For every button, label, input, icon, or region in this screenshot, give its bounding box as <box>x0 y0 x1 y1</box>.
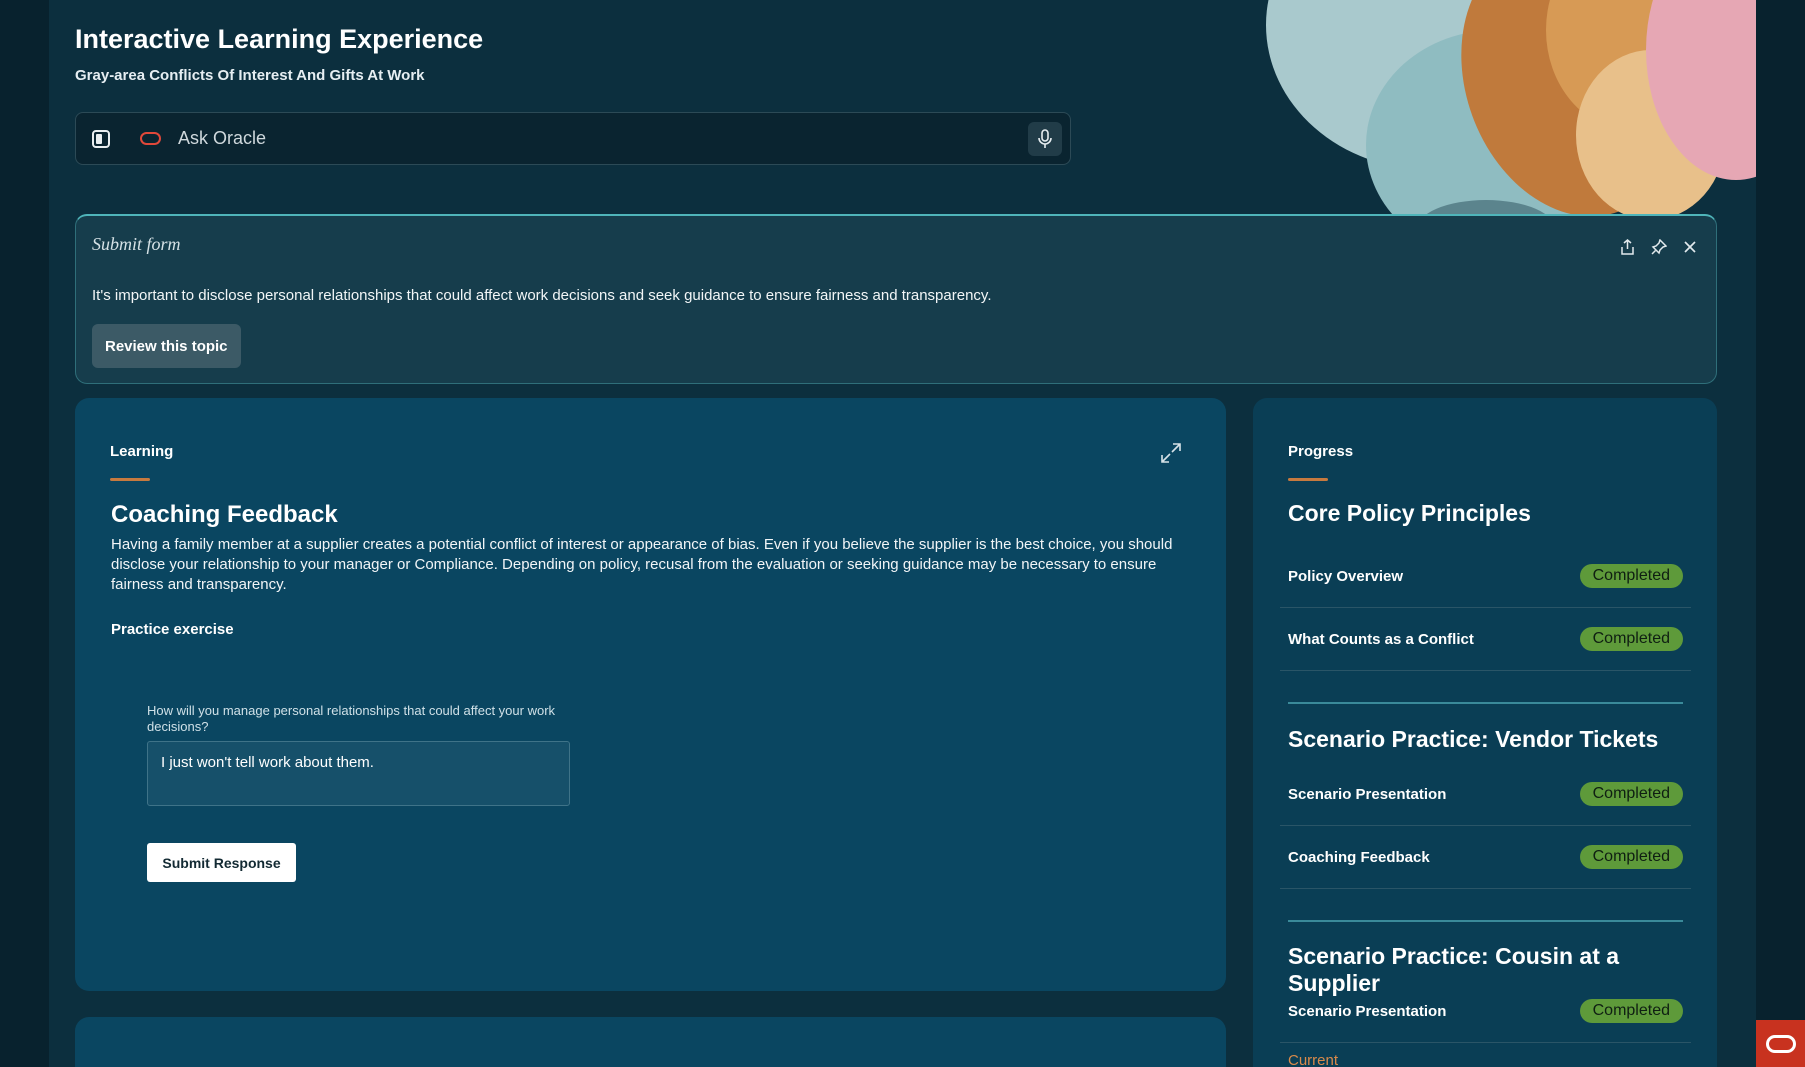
status-badge: Completed <box>1579 999 1683 1023</box>
section-underline <box>110 478 150 481</box>
progress-item-label: What Counts as a Conflict <box>1288 630 1474 648</box>
page-title: Interactive Learning Experience <box>75 24 484 54</box>
pin-icon <box>1650 238 1667 255</box>
ask-oracle-input[interactable] <box>178 128 1028 149</box>
submit-form-card: Submit form It's important to disclose p… <box>75 214 1717 384</box>
progress-group-title: Core Policy Principles <box>1288 500 1531 526</box>
progress-item[interactable]: Scenario Presentation Completed <box>1280 763 1691 826</box>
group-divider <box>1288 920 1683 922</box>
ask-oracle-bar <box>75 112 1071 165</box>
oracle-logo-icon <box>140 132 161 145</box>
learning-title: Coaching Feedback <box>111 501 338 528</box>
next-card <box>75 1017 1226 1067</box>
learning-card: Learning Coaching Feedback Having a fami… <box>75 398 1226 991</box>
submit-form-text: It's important to disclose personal rela… <box>92 287 992 304</box>
submit-form-title: Submit form <box>92 234 181 254</box>
microphone-button[interactable] <box>1028 121 1062 156</box>
submit-response-button[interactable]: Submit Response <box>147 843 296 882</box>
group-divider <box>1288 702 1683 704</box>
status-badge: Completed <box>1579 564 1683 588</box>
practice-exercise-label: Practice exercise <box>111 621 234 638</box>
status-badge: Completed <box>1579 627 1683 651</box>
decorative-artwork <box>1216 0 1756 240</box>
learning-body: Having a family member at a supplier cre… <box>111 536 1173 593</box>
expand-icon <box>1161 443 1181 463</box>
progress-item[interactable]: What Counts as a Conflict Completed <box>1280 608 1691 671</box>
progress-item[interactable]: Coaching Feedback Completed <box>1280 826 1691 889</box>
expand-button[interactable] <box>1160 442 1182 464</box>
section-underline <box>1288 478 1328 481</box>
review-topic-button[interactable]: Review this topic <box>92 324 241 368</box>
right-gutter <box>1756 0 1805 1067</box>
progress-item-label: Scenario Presentation <box>1288 785 1447 803</box>
page-subtitle: Gray-area Conflicts Of Interest And Gift… <box>75 67 425 84</box>
panel-toggle-icon[interactable] <box>92 129 110 148</box>
oracle-logo-icon <box>1765 1034 1796 1053</box>
oracle-assistant-button[interactable] <box>1756 1020 1805 1067</box>
main-area: Interactive Learning Experience Gray-are… <box>49 0 1756 1067</box>
question-label: How will you manage personal relationshi… <box>147 703 556 734</box>
progress-item-label: Policy Overview <box>1288 567 1404 585</box>
microphone-icon <box>1038 128 1052 148</box>
progress-item-label: Scenario Presentation <box>1288 1002 1447 1020</box>
progress-item[interactable]: Scenario Presentation Completed <box>1280 980 1691 1043</box>
left-gutter <box>0 0 49 1067</box>
status-badge: Completed <box>1579 782 1683 806</box>
progress-card: Progress Core Policy Principles Policy O… <box>1253 398 1717 1067</box>
learning-section-label: Learning <box>110 443 174 460</box>
status-badge: Completed <box>1579 845 1683 869</box>
progress-group-title: Scenario Practice: Vendor Tickets <box>1288 726 1659 752</box>
current-item-label[interactable]: Current <box>1288 1052 1338 1067</box>
close-button[interactable] <box>1681 238 1698 255</box>
progress-item-label: Coaching Feedback <box>1288 848 1430 866</box>
answer-input[interactable]: I just won't tell work about them. <box>147 741 570 806</box>
progress-item[interactable]: Policy Overview Completed <box>1280 545 1691 608</box>
close-icon <box>1683 240 1696 253</box>
card-actions <box>1619 238 1698 255</box>
share-icon <box>1621 238 1634 255</box>
pin-button[interactable] <box>1650 238 1667 255</box>
progress-section-label: Progress <box>1288 443 1354 460</box>
share-button[interactable] <box>1619 238 1636 255</box>
